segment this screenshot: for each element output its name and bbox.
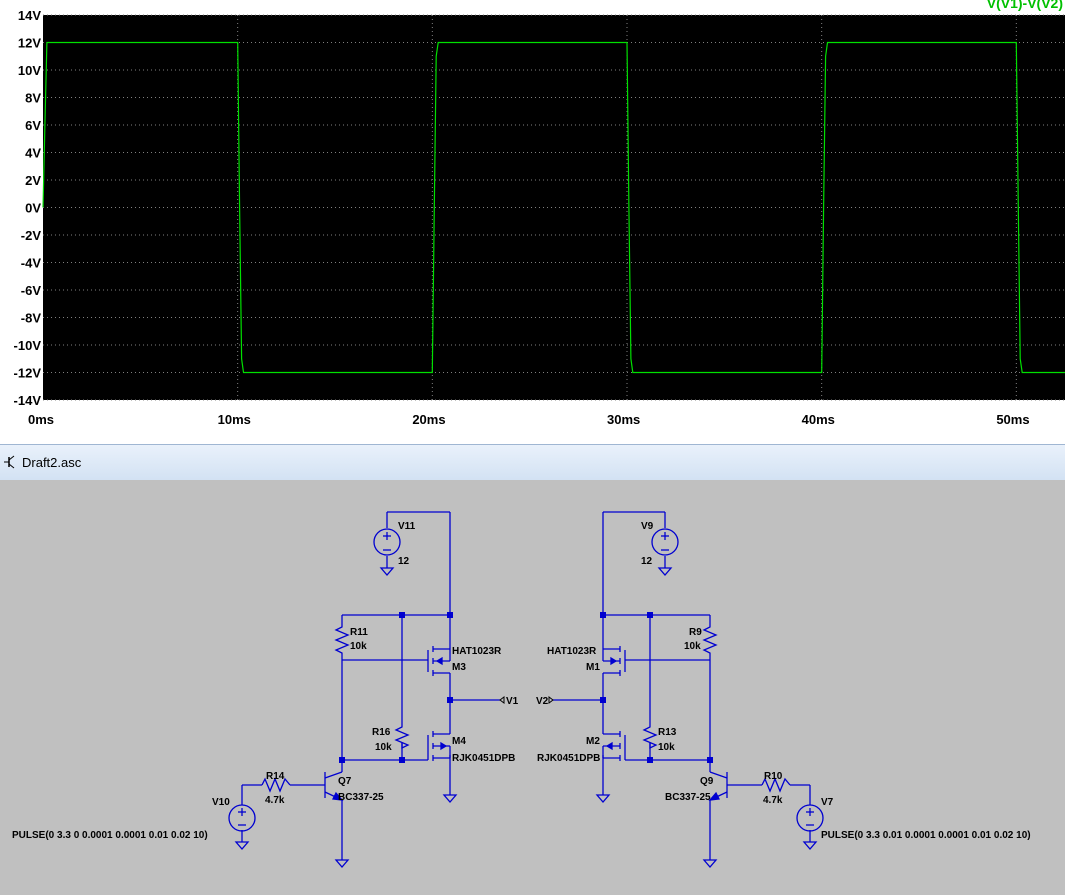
y-tick-label[interactable]: 12V [18, 36, 41, 51]
y-tick-label[interactable]: 10V [18, 63, 41, 78]
y-tick-label[interactable]: 14V [18, 8, 41, 23]
wires-left [241, 511, 500, 860]
label-r9-value: 10k [684, 641, 701, 652]
label-r9: R9 [689, 627, 702, 638]
label-r16-value: 10k [375, 742, 392, 753]
waveform-viewer[interactable]: 14V 12V 10V 8V 6V 4V 2V 0V -2V -4V -6V -8V -10V -12V -… [0, 0, 1065, 432]
resistor-r11-icon[interactable] [334, 623, 350, 655]
schematic-drawing[interactable]: V11 12 V9 12 R11 10k R9 10k HAT1023R M3 … [0, 480, 1065, 890]
ground-icon [802, 841, 818, 850]
trace-legend-label[interactable]: V(V1)-V(V2) [987, 0, 1063, 11]
pane-divider[interactable] [0, 432, 1065, 444]
y-tick-label[interactable]: 2V [25, 173, 41, 188]
x-tick-label[interactable]: 50ms [996, 412, 1029, 427]
label-q7-part: BC337-25 [338, 792, 384, 803]
x-tick-label[interactable]: 40ms [802, 412, 835, 427]
label-m4-part: RJK0451DPB [452, 753, 515, 764]
resistor-r13-icon[interactable] [642, 723, 658, 750]
label-v9: V9 [641, 521, 654, 532]
waveform-plot[interactable]: 14V 12V 10V 8V 6V 4V 2V 0V -2V -4V -6V -8V -10V -12V -… [0, 0, 1065, 432]
resistor-r16-icon[interactable] [394, 723, 410, 750]
x-tick-label[interactable]: 10ms [218, 412, 251, 427]
schematic-window-titlebar[interactable]: Draft2.asc [0, 444, 1065, 481]
label-r13-value: 10k [658, 742, 675, 753]
label-v9-value: 12 [641, 556, 653, 567]
label-v7: V7 [821, 797, 834, 808]
label-v10-value: PULSE(0 3.3 0 0.0001 0.0001 0.01 0.02 10… [12, 830, 208, 841]
label-r14: R14 [266, 771, 285, 782]
label-m2-part: RJK0451DPB [537, 753, 600, 764]
ground-icon [334, 859, 350, 868]
net-label-v1: V1 [506, 696, 519, 707]
x-tick-label[interactable]: 30ms [607, 412, 640, 427]
label-m1-part: HAT1023R [547, 646, 597, 657]
label-r10-value: 4.7k [763, 795, 783, 806]
y-tick-label[interactable]: -4V [21, 256, 42, 271]
x-tick-label[interactable]: 20ms [412, 412, 445, 427]
y-tick-label[interactable]: -12V [14, 366, 42, 381]
label-r10: R10 [764, 771, 783, 782]
net-label-v2: V2 [536, 696, 549, 707]
y-tick-label[interactable]: 0V [25, 201, 41, 216]
ground-icon [442, 794, 458, 803]
ground-icon [657, 567, 673, 576]
label-q9-part: BC337-25 [665, 792, 711, 803]
voltage-source-v10-icon[interactable] [228, 804, 256, 832]
mosfet-m2-icon[interactable] [602, 725, 626, 761]
y-tick-label[interactable]: 8V [25, 91, 41, 106]
wires-right [553, 511, 811, 860]
junction-dots [339, 612, 713, 763]
y-tick-label[interactable]: -6V [21, 283, 42, 298]
voltage-source-v7-icon[interactable] [796, 804, 824, 832]
label-r11-value: 10k [350, 641, 367, 652]
label-r13: R13 [658, 727, 677, 738]
ground-icon [595, 794, 611, 803]
label-v11-value: 12 [398, 556, 410, 567]
schematic-icon [2, 454, 18, 475]
label-r11: R11 [350, 627, 368, 638]
mosfet-m1-icon[interactable] [602, 645, 626, 680]
voltage-source-v11-icon[interactable] [373, 528, 401, 556]
label-q9: Q9 [700, 776, 714, 787]
label-v7-value: PULSE(0 3.3 0.01 0.0001 0.0001 0.01 0.02… [821, 830, 1031, 841]
label-m2: M2 [586, 736, 600, 747]
label-r14-value: 4.7k [265, 795, 285, 806]
label-q7: Q7 [338, 776, 352, 787]
label-m4: M4 [452, 736, 466, 747]
ground-icon [702, 859, 718, 868]
ground-icons [234, 567, 818, 868]
label-r16: R16 [372, 727, 391, 738]
resistor-r9-icon[interactable] [702, 623, 718, 655]
y-tick-label[interactable]: 4V [25, 146, 41, 161]
x-tick-label[interactable]: 0ms [28, 412, 54, 427]
ground-icon [379, 567, 395, 576]
y-tick-label[interactable]: -14V [14, 393, 42, 408]
schematic-canvas[interactable]: V11 12 V9 12 R11 10k R9 10k HAT1023R M3 … [0, 480, 1065, 890]
y-tick-label[interactable]: -2V [21, 228, 42, 243]
mosfet-m3-icon[interactable] [427, 645, 451, 680]
y-tick-label[interactable]: -8V [21, 311, 42, 326]
label-m3: M3 [452, 662, 466, 673]
label-v11: V11 [398, 521, 416, 532]
y-tick-label[interactable]: 6V [25, 118, 41, 133]
schematic-window-title: Draft2.asc [22, 455, 82, 470]
mosfet-m4-icon[interactable] [427, 725, 451, 761]
y-tick-label[interactable]: -10V [14, 338, 42, 353]
voltage-source-v9-icon[interactable] [651, 528, 679, 556]
label-m3-part: HAT1023R [452, 646, 502, 657]
ground-icon [234, 841, 250, 850]
label-v10: V10 [212, 797, 230, 808]
label-m1: M1 [586, 662, 600, 673]
